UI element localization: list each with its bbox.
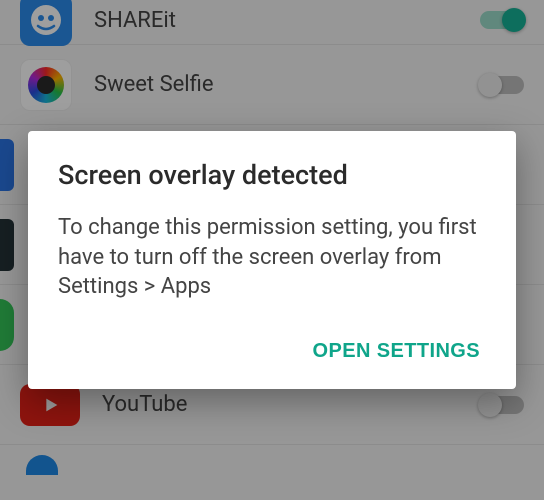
dialog-body: To change this permission setting, you f… bbox=[58, 213, 486, 302]
dialog-scrim: Screen overlay detected To change this p… bbox=[0, 0, 544, 500]
open-settings-button[interactable]: OPEN SETTINGS bbox=[307, 332, 486, 371]
overlay-detected-dialog: Screen overlay detected To change this p… bbox=[28, 131, 516, 389]
dialog-actions: OPEN SETTINGS bbox=[58, 332, 486, 371]
dialog-title: Screen overlay detected bbox=[58, 159, 486, 191]
